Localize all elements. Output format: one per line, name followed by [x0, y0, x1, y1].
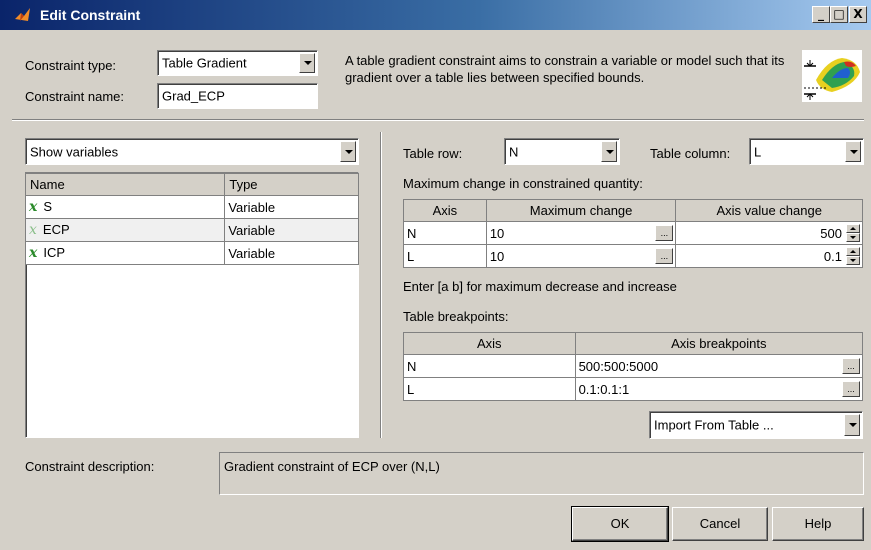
column-header-max-change[interactable]: Maximum change	[485, 199, 677, 222]
variable-type: Variable	[224, 195, 359, 219]
table-row-label: Table row:	[403, 146, 463, 161]
constraint-name-field[interactable]: Grad_ECP	[157, 83, 318, 109]
variable-name: ECP	[42, 222, 70, 237]
constraint-name-label: Constraint name:	[25, 89, 124, 104]
import-from-table-select[interactable]: Import From Table ...	[649, 411, 863, 439]
breakpoints-label: Table breakpoints:	[403, 309, 509, 324]
separator	[12, 119, 864, 121]
breakpoints-value: 500:500:5000	[578, 358, 659, 374]
table-row[interactable]: N 10... 500	[403, 221, 863, 245]
spinner[interactable]	[846, 247, 860, 265]
table-column-value: L	[754, 144, 762, 159]
axis-cell: L	[403, 244, 487, 268]
chevron-down-icon[interactable]	[844, 414, 860, 436]
max-change-value: 10	[489, 225, 505, 241]
chevron-down-icon[interactable]	[601, 141, 617, 162]
table-row-value: N	[509, 144, 519, 159]
max-change-cell[interactable]: 10...	[485, 221, 677, 245]
axis-value-change-value: 0.1	[823, 248, 842, 264]
title-bar[interactable]: Edit Constraint _ □ X	[0, 0, 871, 30]
x-variable-icon: x	[29, 199, 38, 215]
breakpoints-table: Axis Axis breakpoints N 500:500:5000... …	[403, 332, 864, 401]
x-variable-icon: x	[29, 222, 37, 238]
column-header-axis[interactable]: Axis	[403, 332, 576, 355]
axis-value-change-cell[interactable]: 500	[675, 221, 863, 245]
column-header-axis-value-change[interactable]: Axis value change	[675, 199, 863, 222]
ellipsis-button[interactable]: ...	[655, 248, 674, 264]
chevron-down-icon[interactable]	[340, 141, 356, 162]
close-button[interactable]: X	[849, 6, 867, 23]
max-change-label: Maximum change in constrained quantity:	[403, 176, 643, 191]
max-change-value: 10	[489, 248, 505, 264]
axis-value-change-value: 500	[820, 225, 842, 241]
variable-name: S	[43, 199, 53, 214]
window-title: Edit Constraint	[40, 7, 141, 23]
spinner[interactable]	[846, 224, 860, 242]
chevron-down-icon[interactable]	[845, 141, 861, 162]
table-column-select[interactable]: L	[749, 138, 864, 165]
breakpoints-value: 0.1:0.1:1	[578, 381, 630, 397]
import-from-table-value: Import From Table ...	[654, 417, 774, 433]
max-change-hint: Enter [a b] for maximum decrease and inc…	[403, 279, 677, 294]
table-row-select[interactable]: N	[504, 138, 620, 165]
constraint-description-label: Constraint description:	[25, 459, 155, 474]
axis-cell: N	[403, 354, 576, 378]
constraint-type-value: Table Gradient	[162, 55, 247, 71]
axis-cell: N	[403, 221, 487, 245]
column-header-type[interactable]: Type	[224, 173, 359, 196]
spin-down-icon[interactable]	[846, 256, 860, 265]
max-change-cell[interactable]: 10...	[485, 244, 677, 268]
column-header-axis-breakpoints[interactable]: Axis breakpoints	[574, 332, 864, 355]
table-row[interactable]: x ECP Variable	[24, 218, 359, 242]
ellipsis-button[interactable]: ...	[842, 358, 860, 374]
ellipsis-button[interactable]: ...	[655, 225, 674, 241]
ok-button[interactable]: OK	[571, 506, 669, 542]
maximize-button[interactable]: □	[830, 6, 848, 23]
variable-name: ICP	[43, 245, 66, 260]
constraint-type-select[interactable]: Table Gradient	[157, 50, 318, 76]
ellipsis-button[interactable]: ...	[842, 381, 860, 397]
table-row[interactable]: L 10... 0.1	[403, 244, 863, 268]
axis-cell: L	[403, 377, 576, 401]
constraint-type-description: A table gradient constraint aims to cons…	[345, 53, 785, 85]
table-column-label: Table column:	[650, 146, 731, 161]
constraint-description-value: Gradient constraint of ECP over (N,L)	[224, 459, 440, 474]
table-gradient-icon	[802, 50, 862, 102]
breakpoints-cell[interactable]: 0.1:0.1:1...	[574, 377, 864, 401]
chevron-down-icon[interactable]	[299, 53, 315, 73]
table-row[interactable]: N 500:500:5000...	[403, 354, 864, 378]
constraint-type-label: Constraint type:	[25, 58, 117, 73]
spin-down-icon[interactable]	[846, 233, 860, 242]
variable-type: Variable	[224, 241, 359, 265]
help-button[interactable]: Help	[772, 507, 864, 541]
column-header-axis[interactable]: Axis	[403, 199, 487, 222]
variable-table: Name Type xS Variable x ECP Variable x ICP…	[24, 173, 359, 265]
x-variable-icon: x	[29, 245, 38, 261]
table-row[interactable]: x ICP Variable	[24, 241, 359, 265]
variable-type: Variable	[224, 218, 359, 242]
table-row[interactable]: xS Variable	[24, 195, 359, 219]
spin-up-icon[interactable]	[846, 247, 860, 256]
constraint-description-field[interactable]: Gradient constraint of ECP over (N,L)	[219, 452, 864, 495]
max-change-table: Axis Maximum change Axis value change N …	[403, 199, 863, 268]
variable-filter-select[interactable]: Show variables	[25, 138, 359, 165]
constraint-name-value: Grad_ECP	[162, 88, 225, 104]
variable-filter-value: Show variables	[30, 144, 119, 159]
matlab-icon	[15, 8, 30, 21]
table-row[interactable]: L 0.1:0.1:1...	[403, 377, 864, 401]
column-header-name[interactable]: Name	[24, 173, 226, 196]
cancel-button[interactable]: Cancel	[672, 507, 768, 541]
vertical-separator	[380, 132, 382, 438]
spin-up-icon[interactable]	[846, 224, 860, 233]
minimize-button[interactable]: _	[812, 6, 830, 23]
breakpoints-cell[interactable]: 500:500:5000...	[574, 354, 864, 378]
axis-value-change-cell[interactable]: 0.1	[675, 244, 863, 268]
